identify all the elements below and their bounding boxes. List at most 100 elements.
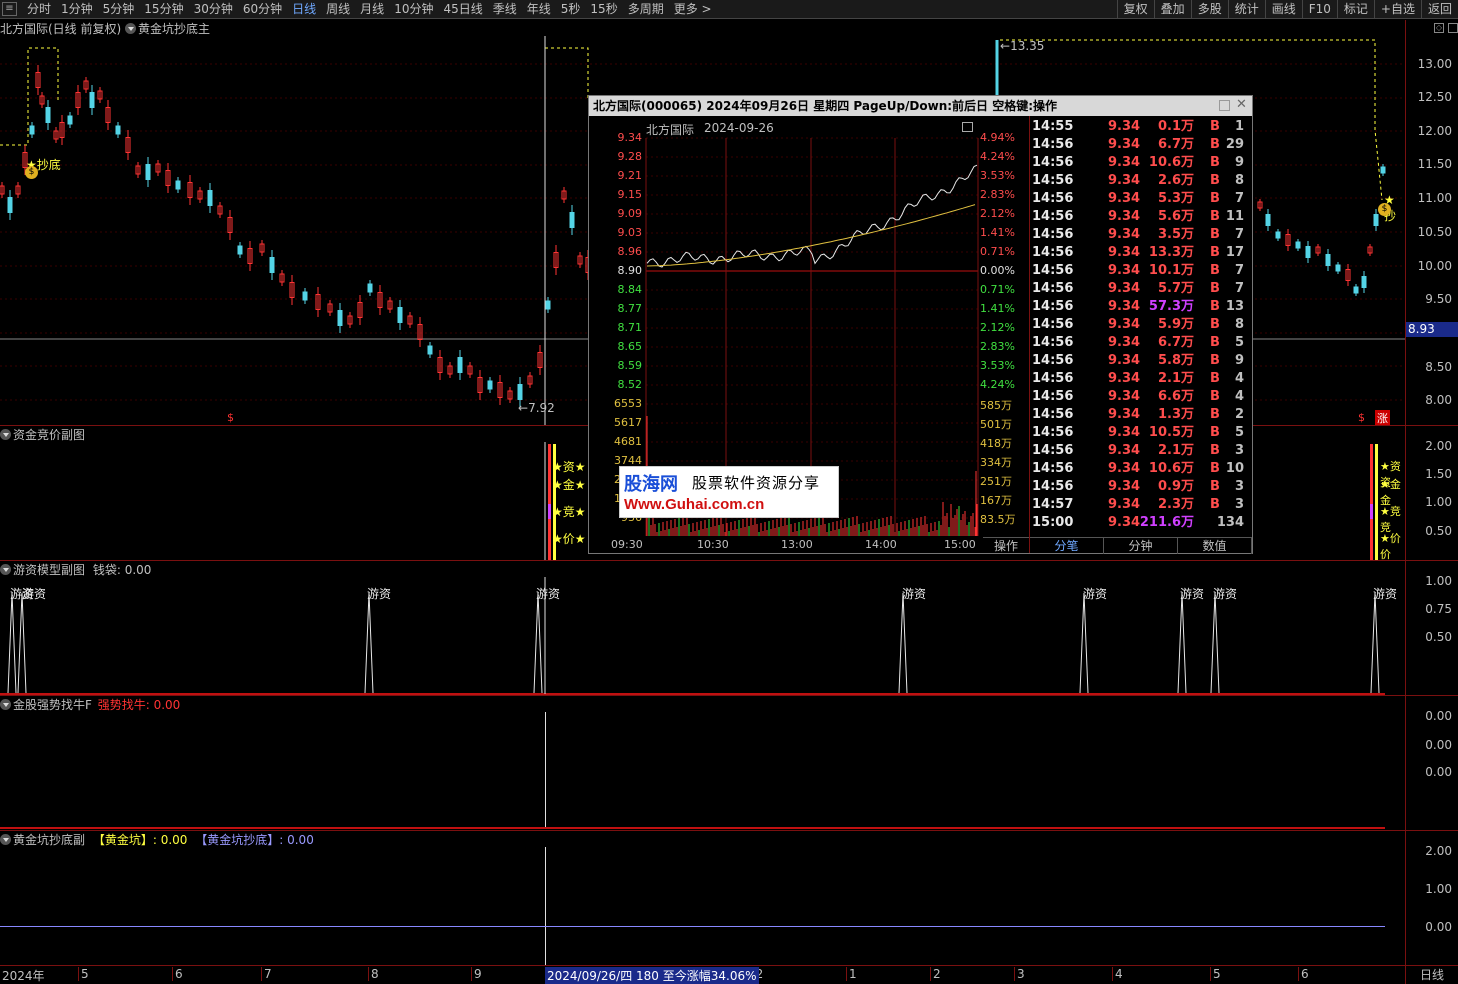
trade-row[interactable]: 14:56 9.34 5.3万 B 7 <box>1030 190 1252 208</box>
candle-body <box>1380 166 1386 174</box>
operate-button[interactable]: 操作 <box>983 537 1029 553</box>
trade-side: B <box>1210 191 1220 206</box>
trade-row[interactable]: 14:56 9.34 2.6万 B 8 <box>1030 172 1252 190</box>
toolbar-button[interactable]: F10 <box>1301 0 1337 19</box>
close-icon[interactable]: ✕ <box>1236 98 1247 111</box>
toolbar-button[interactable]: 叠加 <box>1153 0 1191 19</box>
timeframe-tab[interactable]: 5分钟 <box>98 0 140 19</box>
trade-row[interactable]: 14:56 9.34 5.7万 B 7 <box>1030 280 1252 298</box>
y-tick-label: 9.50 <box>1425 292 1452 306</box>
auction-label: ★价价 <box>1380 532 1401 561</box>
y-tick-label: 13.00 <box>1417 57 1452 71</box>
trade-row[interactable]: 14:56 9.34 10.1万 B 7 <box>1030 262 1252 280</box>
timeframe-tab[interactable]: 1分钟 <box>56 0 98 19</box>
trade-row[interactable]: 14:56 9.34 6.7万 B 29 <box>1030 136 1252 154</box>
y-tick-label: 12.00 <box>1417 124 1452 138</box>
y-tick-label: 0.50 <box>1425 524 1452 538</box>
trade-row[interactable]: 14:56 9.34 10.6万 B 9 <box>1030 154 1252 172</box>
trade-row[interactable]: 14:56 9.34 5.8万 B 9 <box>1030 352 1252 370</box>
x-month-label: 3 <box>1014 967 1025 981</box>
trade-row[interactable]: 14:56 9.34 10.6万 B 10 <box>1030 460 1252 478</box>
timeframe-tab[interactable]: 45日线 <box>438 0 487 19</box>
trade-row[interactable]: 14:56 9.34 10.5万 B 5 <box>1030 424 1252 442</box>
trade-row[interactable]: 15:00 9.34 211.6万 134 <box>1030 514 1252 532</box>
trade-row[interactable]: 14:56 9.34 2.1万 B 4 <box>1030 370 1252 388</box>
trade-time: 14:56 <box>1032 281 1074 296</box>
indicator-dropdown-icon[interactable] <box>0 699 11 710</box>
panel-toggle-icon[interactable] <box>1448 23 1458 33</box>
timeframe-tab[interactable]: 60分钟 <box>238 0 287 19</box>
trade-row[interactable]: 14:56 9.34 0.9万 B 3 <box>1030 478 1252 496</box>
trade-tab[interactable]: 数值 <box>1178 537 1252 554</box>
timeframe-tab[interactable]: 分时 <box>22 0 56 19</box>
diamond-icon[interactable]: ◇ <box>1434 23 1444 33</box>
trade-tabs: 分笔 分钟 数值 <box>1030 537 1252 554</box>
trade-side: B <box>1210 389 1220 404</box>
timeframe-tab[interactable]: 30分钟 <box>189 0 238 19</box>
intraday-price-tick: 8.52 <box>617 378 643 391</box>
x-month-label: 6 <box>172 967 183 981</box>
candle-body <box>1295 241 1301 249</box>
cursor-line <box>545 847 546 965</box>
candle-body <box>115 125 121 135</box>
timeframe-tab[interactable]: 多周期 <box>623 0 669 19</box>
timeframe-tab[interactable]: 10分钟 <box>389 0 438 19</box>
timeframe-tab[interactable]: 季线 <box>488 0 522 19</box>
popup-title[interactable]: 北方国际(000065) 2024年09月26日 星期四 PageUp/Down… <box>589 96 1252 116</box>
menu-icon[interactable]: ≡ <box>2 2 17 16</box>
hot-money-subchart[interactable]: 游资模型副图 钱袋: 0.00 游资 游资 游资 游资 游资 游资 游资 游资 游资 <box>0 560 1405 695</box>
candle-body <box>1335 264 1341 272</box>
toolbar-button[interactable]: 复权 <box>1116 0 1154 19</box>
trade-tab[interactable]: 分笔 <box>1030 537 1104 554</box>
trade-row[interactable]: 14:56 9.34 3.5万 B 7 <box>1030 226 1252 244</box>
intraday-price-tick: 8.65 <box>617 340 643 353</box>
trade-row[interactable]: 14:56 9.34 2.1万 B 3 <box>1030 442 1252 460</box>
hot-money-spike <box>17 592 27 694</box>
trade-price: 9.34 <box>1108 371 1141 386</box>
candle-body <box>337 310 343 326</box>
trade-row[interactable]: 14:56 9.34 6.6万 B 4 <box>1030 388 1252 406</box>
toolbar-button[interactable]: 返回 <box>1420 0 1458 19</box>
trade-row[interactable]: 14:56 9.34 1.3万 B 2 <box>1030 406 1252 424</box>
timeframe-tab[interactable]: 年线 <box>522 0 556 19</box>
timeframe-tab[interactable]: 日线 <box>287 0 321 19</box>
intraday-volume-tick: 4681 <box>614 435 642 448</box>
trade-count: 3 <box>1234 443 1244 458</box>
restore-icon[interactable] <box>1219 100 1230 111</box>
timeframe-tab[interactable]: 15秒 <box>585 0 622 19</box>
intraday-time-tick: 15:00 <box>944 538 976 551</box>
toolbar-button[interactable]: 画线 <box>1264 0 1302 19</box>
intraday-price-tick: 9.03 <box>617 226 643 239</box>
trade-row[interactable]: 14:56 9.34 5.6万 B 11 <box>1030 208 1252 226</box>
subchart-title[interactable]: 黄金坑抄底副 <box>13 833 85 847</box>
toolbar-right-buttons: 复权 叠加 多股 统计 画线 F10 标记 +自选 返回 <box>1116 0 1458 19</box>
trade-row[interactable]: 14:56 9.34 13.3万 B 17 <box>1030 244 1252 262</box>
trade-row[interactable]: 14:57 9.34 2.3万 B 3 <box>1030 496 1252 514</box>
trade-row[interactable]: 14:55 9.34 0.1万 B 1 <box>1030 118 1252 136</box>
trade-time: 14:56 <box>1032 371 1074 386</box>
timeframe-tab[interactable]: 月线 <box>355 0 389 19</box>
signal-band-line <box>0 47 59 146</box>
subchart-title[interactable]: 金股强势找牛F <box>13 698 92 712</box>
indicator-dropdown-icon[interactable] <box>0 834 11 845</box>
timeframe-tab[interactable]: 周线 <box>321 0 355 19</box>
trade-row[interactable]: 14:56 9.34 5.9万 B 8 <box>1030 316 1252 334</box>
golden-pit-subchart[interactable]: 黄金坑抄底副 【黄金坑】: 0.00 【黄金坑抄底】: 0.00 <box>0 830 1405 965</box>
hot-money-label: 游资 <box>536 587 561 601</box>
x-month-label: 8 <box>368 967 379 981</box>
toolbar-button[interactable]: 多股 <box>1190 0 1228 19</box>
timeframe-tab[interactable]: 更多 > <box>669 0 717 19</box>
trade-row[interactable]: 14:56 9.34 57.3万 B 13 <box>1030 298 1252 316</box>
strong-bull-subchart[interactable]: 金股强势找牛F 强势找牛: 0.00 <box>0 695 1405 830</box>
trade-tab[interactable]: 分钟 <box>1104 537 1178 554</box>
toolbar-button[interactable]: 统计 <box>1227 0 1265 19</box>
trade-side: B <box>1210 299 1220 314</box>
toolbar-button[interactable]: 标记 <box>1336 0 1374 19</box>
timeframe-tab[interactable]: 15分钟 <box>139 0 188 19</box>
trade-count: 7 <box>1234 191 1244 206</box>
timeframe-tab[interactable]: 5秒 <box>556 0 586 19</box>
trade-row[interactable]: 14:56 9.34 6.7万 B 5 <box>1030 334 1252 352</box>
toolbar-button[interactable]: +自选 <box>1373 0 1421 19</box>
trade-count: 9 <box>1234 353 1244 368</box>
tick-trade-list[interactable]: 14:55 9.34 0.1万 B 1 14:56 9.34 6.7万 B 29 14:56 9.34… <box>1030 118 1252 538</box>
